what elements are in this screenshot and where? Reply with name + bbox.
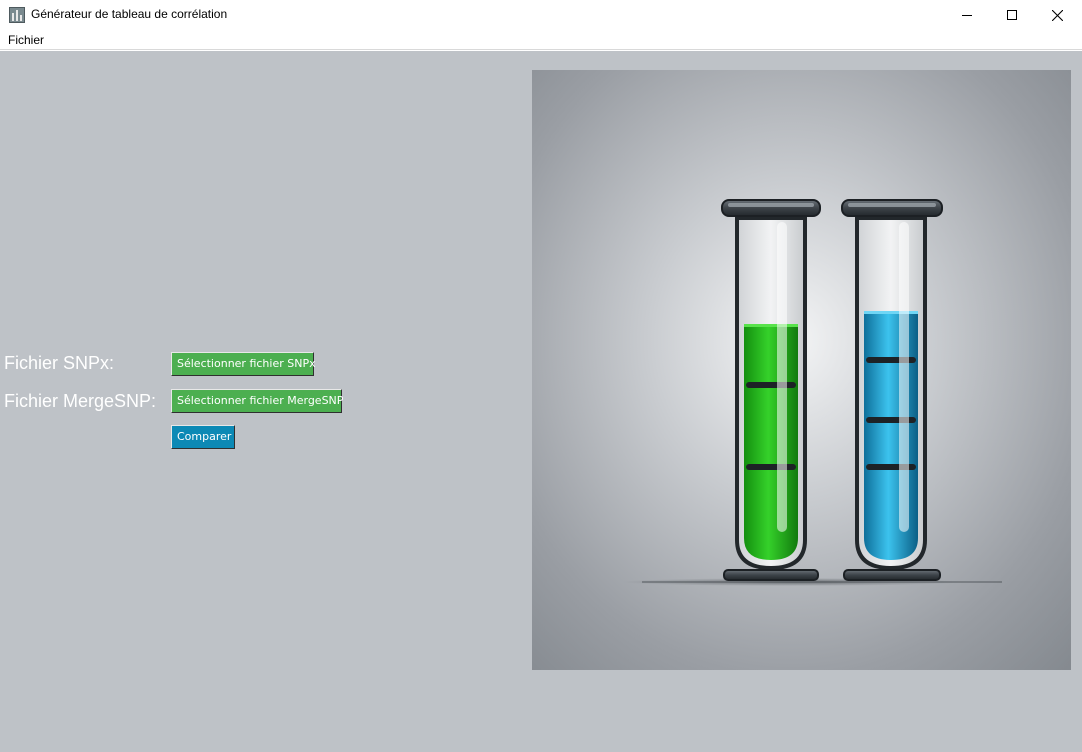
close-button[interactable] <box>1035 0 1080 30</box>
select-snpx-button[interactable]: Sélectionner fichier SNPx <box>171 352 316 376</box>
minimize-button[interactable] <box>944 0 989 30</box>
test-tubes-image <box>532 70 1071 670</box>
snpx-label: Fichier SNPx: <box>4 353 115 373</box>
maximize-icon <box>1006 10 1017 20</box>
main-panel: Fichier SNPx: Sélectionner fichier SNPx … <box>0 51 1082 752</box>
close-icon <box>1052 9 1063 21</box>
compare-button[interactable]: Comparer <box>171 425 235 449</box>
minimize-icon <box>961 15 972 16</box>
maximize-button[interactable] <box>989 0 1034 30</box>
menu-bar: Fichier <box>0 30 1082 50</box>
title-bar: Générateur de tableau de corrélation <box>0 0 1082 30</box>
test-tubes-illustration <box>532 70 1071 670</box>
green-tube <box>721 199 821 581</box>
select-mergesnp-button[interactable]: Sélectionner fichier MergeSNP <box>171 389 343 413</box>
menu-item-fichier[interactable]: Fichier <box>8 33 44 47</box>
mergesnp-label: Fichier MergeSNP: <box>4 391 157 411</box>
blue-tube <box>841 199 943 581</box>
app-icon <box>9 7 25 23</box>
window-title: Générateur de tableau de corrélation <box>31 7 228 21</box>
